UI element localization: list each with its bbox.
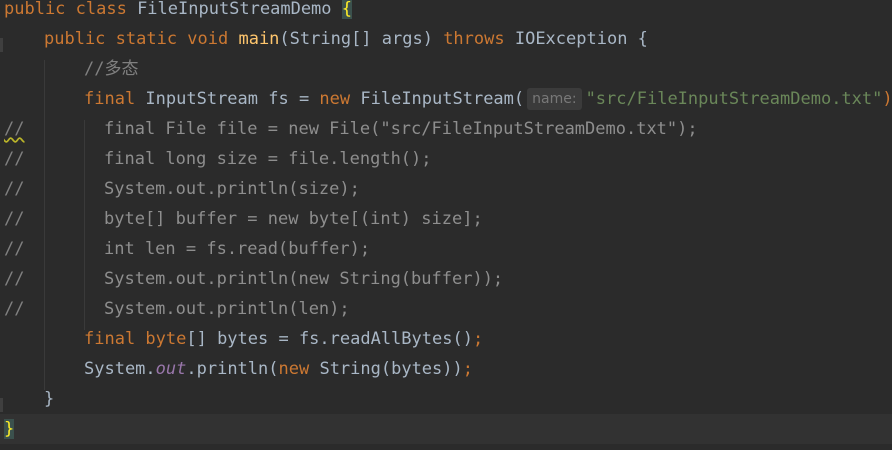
code-text: final byte[] bytes = fs.readAllBytes(); (84, 324, 483, 354)
code-text: System.out.println(size); (104, 174, 360, 204)
code-text: System.out.println(new String(buffer)); (104, 264, 503, 294)
code-line[interactable]: public static void main(String[] args) t… (0, 24, 892, 54)
code-line[interactable]: // int len = fs.read(buffer); (0, 234, 892, 264)
code-token: ); (882, 89, 892, 109)
code-line[interactable]: final byte[] bytes = fs.readAllBytes(); (0, 324, 892, 354)
line-comment-marker: // (4, 179, 25, 199)
code-text: System.out.println(new String(bytes)); (84, 354, 473, 384)
comment-text: int len = fs.read(buffer); (104, 239, 371, 259)
code-token: String(bytes)) (319, 359, 463, 379)
code-text: final File file = new File("src/FileInpu… (104, 114, 698, 144)
code-token: InputStream fs = (145, 89, 320, 109)
code-line[interactable]: } (0, 384, 892, 414)
code-text: } (4, 414, 15, 444)
code-text: //多态 (84, 54, 138, 84)
code-token: ; (462, 359, 473, 379)
code-line[interactable]: // final File file = new File("src/FileIn… (0, 114, 892, 144)
code-line[interactable]: // System.out.println(new String(buffer))… (0, 264, 892, 294)
code-token: ; (472, 329, 484, 349)
code-token: } (44, 389, 55, 409)
comment-text: System.out.println(len); (104, 299, 350, 319)
code-line[interactable]: final InputStream fs = new FileInputStre… (0, 84, 892, 114)
code-line[interactable]: // System.out.println(size); (0, 174, 892, 204)
code-line[interactable]: // byte[] buffer = new byte[(int) size]; (0, 204, 892, 234)
code-token: FileInputStream( (360, 89, 525, 109)
code-text: int len = fs.read(buffer); (104, 234, 370, 264)
code-line[interactable]: //多态 (0, 54, 892, 84)
line-comment-marker: // (4, 209, 25, 229)
matched-brace: } (4, 419, 15, 439)
code-line[interactable]: } (0, 414, 892, 444)
comment-text: //多态 (84, 59, 139, 79)
code-editor[interactable]: public class FileInputStreamDemo {public… (0, 0, 892, 450)
keyword-token: public class (4, 0, 138, 19)
keyword-token: new (278, 359, 320, 379)
code-token: .println( (186, 359, 279, 379)
code-token: IOException { (514, 29, 648, 49)
code-line[interactable]: System.out.println(new String(bytes)); (0, 354, 892, 384)
line-comment-marker: // (4, 119, 25, 139)
code-text: final long size = file.length(); (104, 144, 432, 174)
code-token: [] bytes = fs.readAllBytes() (186, 329, 473, 349)
matched-brace: { (341, 0, 353, 19)
keyword-token: throws (443, 29, 515, 49)
code-token: System. (84, 359, 156, 379)
keyword-token: public static void (44, 29, 239, 49)
comment-text: System.out.println(new String(buffer)); (104, 269, 504, 289)
code-text: final InputStream fs = new FileInputStre… (84, 84, 892, 114)
line-comment-marker: // (4, 239, 25, 259)
string-literal: "src/FileInputStreamDemo.txt" (585, 89, 883, 109)
code-token: main (238, 29, 280, 49)
keyword-token: new (319, 89, 361, 109)
code-text: public static void main(String[] args) t… (44, 24, 648, 54)
code-token: FileInputStreamDemo (137, 0, 342, 19)
code-line[interactable]: // System.out.println(len); (0, 294, 892, 324)
keyword-token: final (84, 89, 146, 109)
code-token: out (155, 359, 187, 379)
comment-text: System.out.println(size); (104, 179, 360, 199)
code-line[interactable]: // final long size = file.length(); (0, 144, 892, 174)
comment-text: byte[] buffer = new byte[(int) size]; (104, 209, 483, 229)
line-comment-marker: // (4, 149, 25, 169)
parameter-hint: name: (527, 88, 582, 110)
code-token: (String[] args) (279, 29, 444, 49)
comment-text: final File file = new File("src/FileInpu… (104, 119, 698, 139)
code-line[interactable]: public class FileInputStreamDemo { (0, 0, 892, 24)
keyword-token: final byte (84, 329, 187, 349)
line-comment-marker: // (4, 299, 25, 319)
code-text: System.out.println(len); (104, 294, 350, 324)
comment-text: final long size = file.length(); (104, 149, 432, 169)
line-comment-marker: // (4, 269, 25, 289)
code-text: byte[] buffer = new byte[(int) size]; (104, 204, 483, 234)
code-text: } (44, 384, 54, 414)
code-text: public class FileInputStreamDemo { (4, 0, 353, 24)
